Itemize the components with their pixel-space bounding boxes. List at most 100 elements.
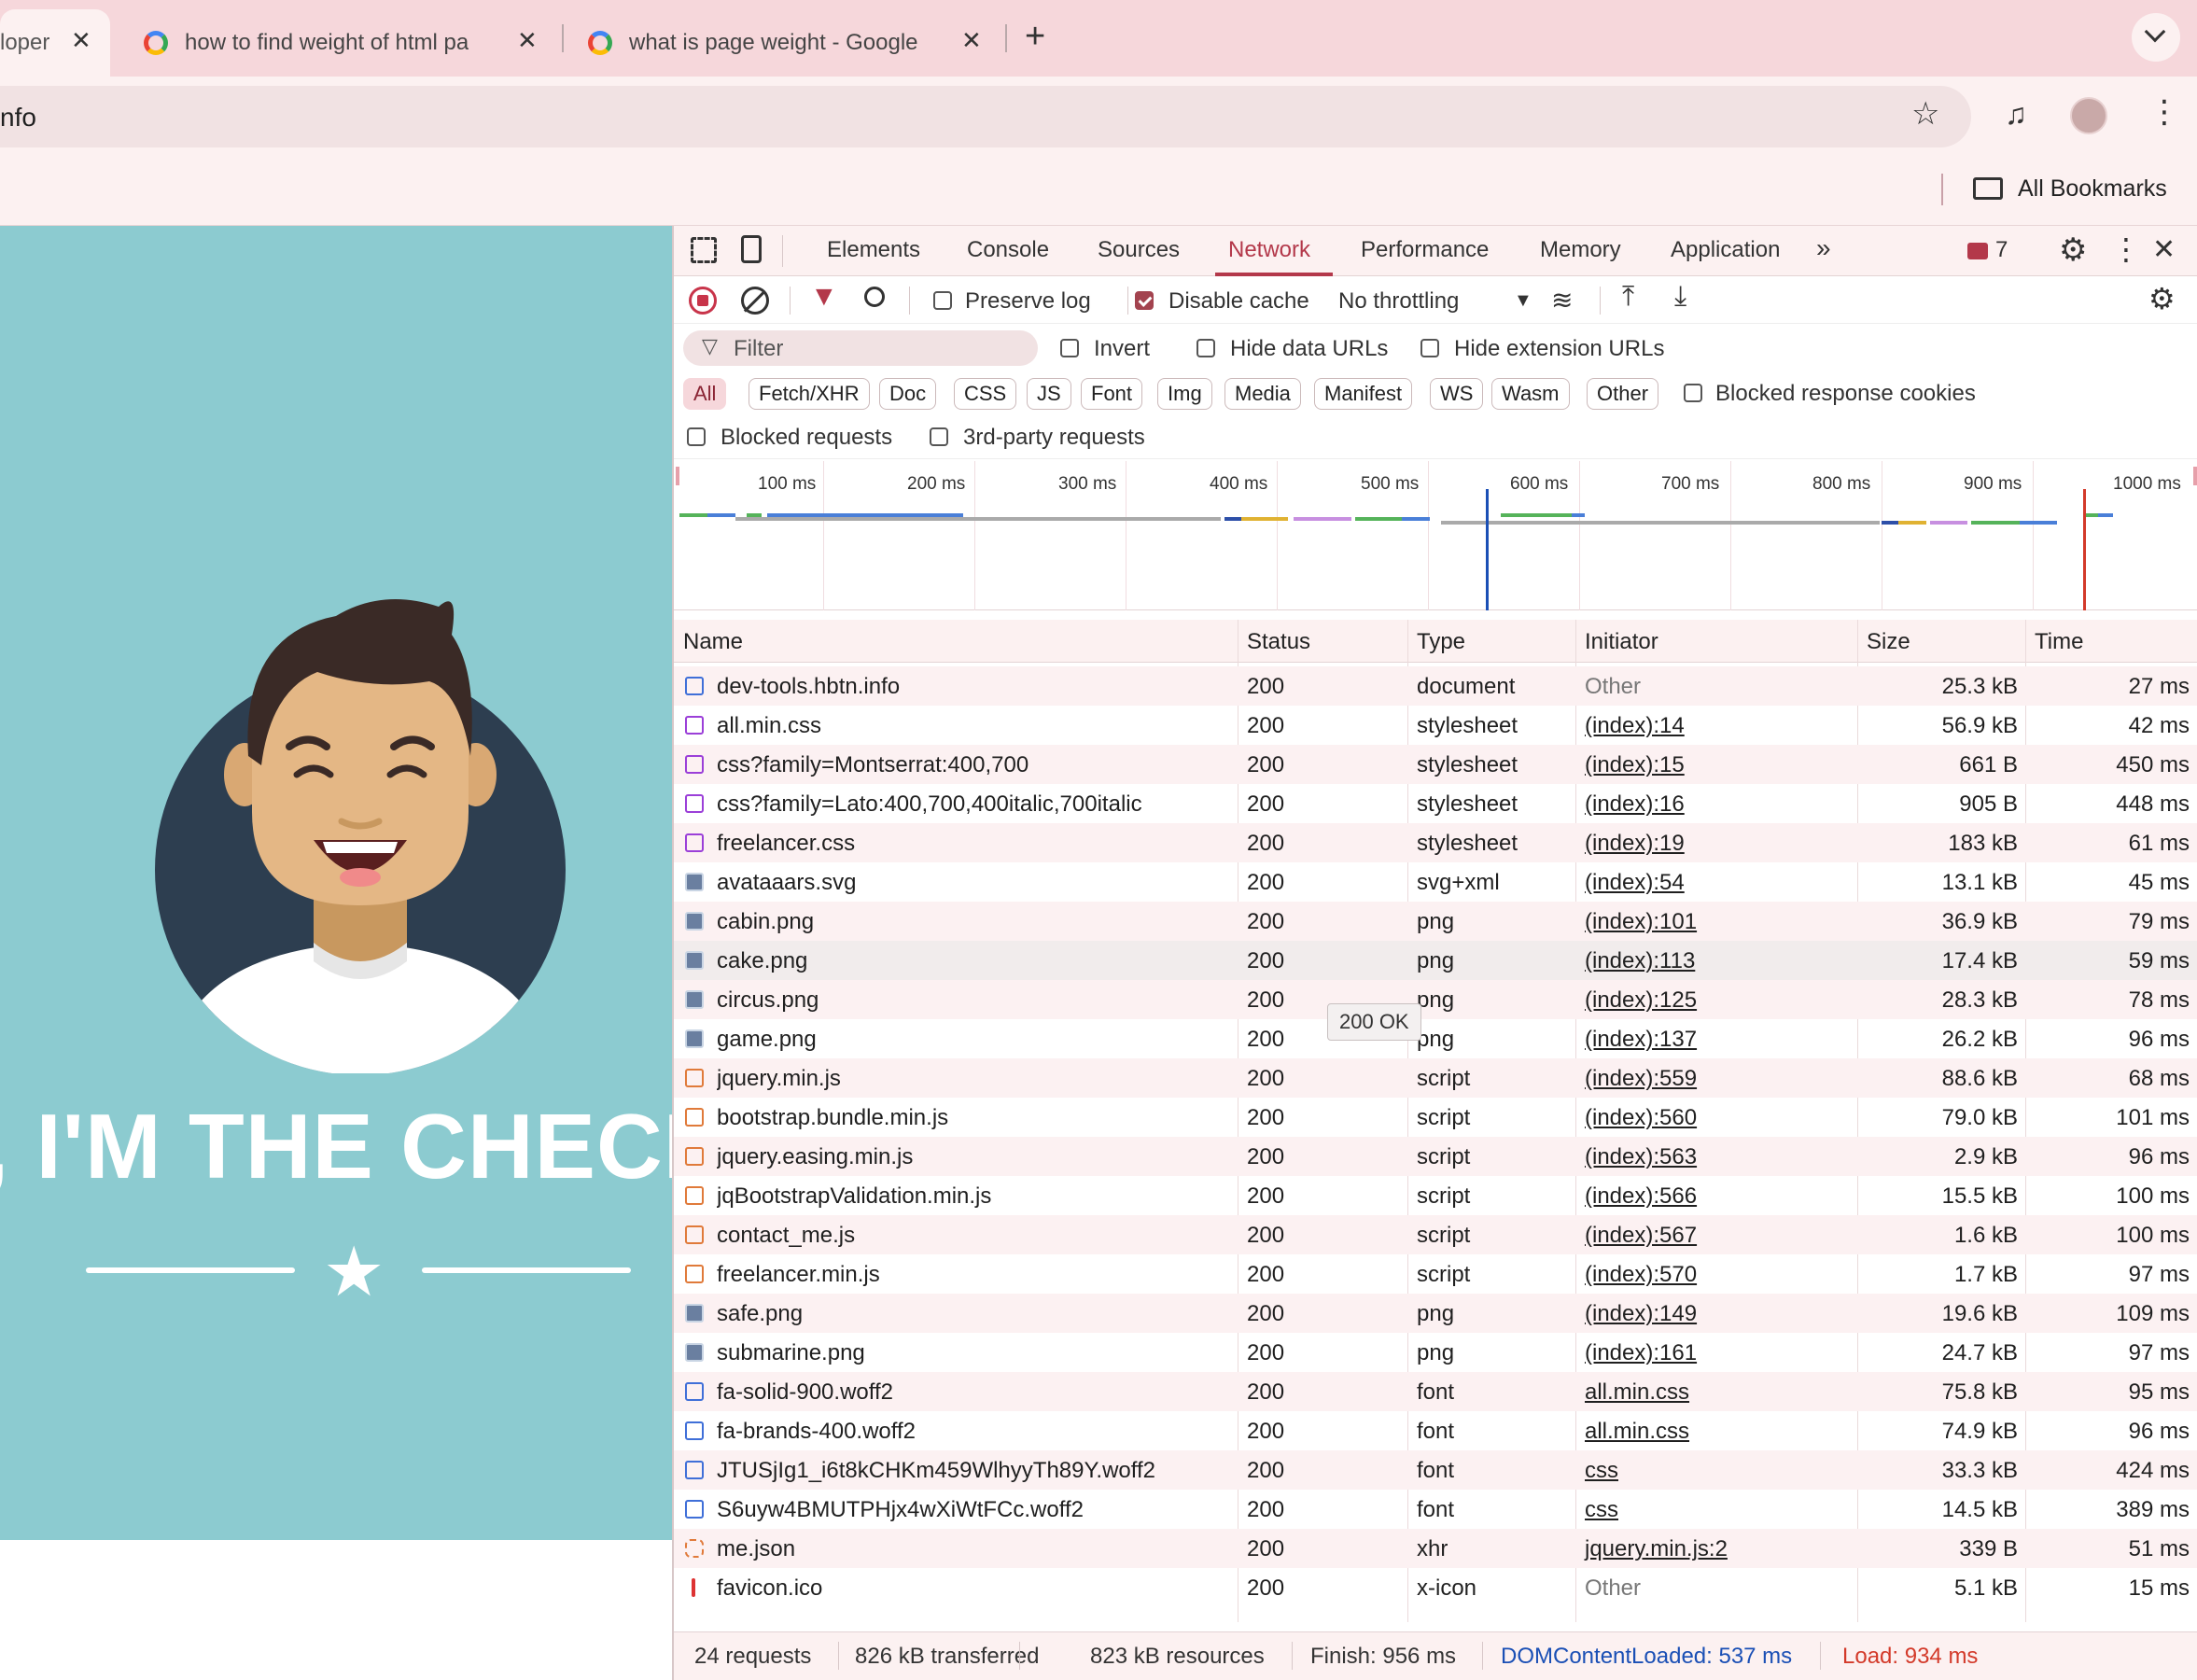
throttling-select[interactable]: No throttling bbox=[1338, 288, 1459, 315]
request-initiator[interactable]: all.min.css bbox=[1585, 1419, 1689, 1445]
request-initiator[interactable]: (index):567 bbox=[1585, 1223, 1697, 1249]
column-header-status[interactable]: Status bbox=[1247, 629, 1310, 655]
browser-tab-active[interactable]: loper ✕ bbox=[0, 9, 110, 77]
column-header-initiator[interactable]: Initiator bbox=[1585, 629, 1658, 655]
request-initiator[interactable]: (index):563 bbox=[1585, 1144, 1697, 1170]
type-filter-ws[interactable]: WS bbox=[1430, 378, 1484, 410]
table-row[interactable]: css?family=Lato:400,700,400italic,700ita… bbox=[674, 784, 2197, 823]
close-icon[interactable]: ✕ bbox=[961, 26, 982, 55]
table-row[interactable]: S6uyw4BMUTPHjx4wXiWtFCc.woff2 200 font css 1… bbox=[674, 1490, 2197, 1529]
table-row[interactable]: me.json 200 xhr jquery.min.js:2 339 B 51 ms bbox=[674, 1529, 2197, 1568]
table-row[interactable]: bootstrap.bundle.min.js 200 script (index):… bbox=[674, 1098, 2197, 1137]
request-initiator[interactable]: (index):14 bbox=[1585, 713, 1685, 739]
table-row[interactable]: game.png 200 png (index):137 26.2 kB 96 ms bbox=[674, 1019, 2197, 1058]
tab-performance[interactable]: Performance bbox=[1361, 237, 1489, 263]
table-row[interactable]: fa-solid-900.woff2 200 font all.min.css 75.8… bbox=[674, 1372, 2197, 1411]
table-row[interactable]: jqBootstrapValidation.min.js 200 script (in… bbox=[674, 1176, 2197, 1215]
tab-console[interactable]: Console bbox=[967, 237, 1049, 263]
request-initiator[interactable]: (index):566 bbox=[1585, 1183, 1697, 1210]
new-tab-button[interactable]: + bbox=[1025, 17, 1045, 57]
column-header-time[interactable]: Time bbox=[2035, 629, 2083, 655]
blocked-requests-checkbox[interactable] bbox=[687, 427, 706, 446]
settings-gear-icon[interactable]: ⚙ bbox=[2059, 231, 2087, 269]
request-initiator[interactable]: (index):137 bbox=[1585, 1027, 1697, 1053]
request-initiator[interactable]: all.min.css bbox=[1585, 1379, 1689, 1406]
table-row[interactable]: all.min.css 200 stylesheet (index):14 56.9 k… bbox=[674, 706, 2197, 745]
table-row[interactable]: jquery.easing.min.js 200 script (index):563… bbox=[674, 1137, 2197, 1176]
dropdown-arrow-icon[interactable]: ▼ bbox=[1514, 290, 1532, 312]
table-row[interactable]: freelancer.css 200 stylesheet (index):19 183… bbox=[674, 823, 2197, 862]
device-toolbar-icon[interactable] bbox=[741, 235, 762, 263]
overview-right-handle[interactable] bbox=[2193, 467, 2197, 485]
type-filter-css[interactable]: CSS bbox=[954, 378, 1017, 410]
filter-input[interactable]: ▽ Filter bbox=[683, 330, 1038, 366]
clear-icon[interactable] bbox=[741, 287, 769, 315]
table-row[interactable]: fa-brands-400.woff2 200 font all.min.css 74.… bbox=[674, 1411, 2197, 1450]
request-initiator[interactable]: (index):570 bbox=[1585, 1262, 1697, 1288]
table-row[interactable]: circus.png 200 png (index):125 28.3 kB 78 ms bbox=[674, 980, 2197, 1019]
hide-extension-urls-checkbox[interactable] bbox=[1420, 339, 1439, 357]
import-har-icon[interactable]: ⤒ bbox=[1622, 281, 1634, 313]
request-initiator[interactable]: (index):559 bbox=[1585, 1066, 1697, 1092]
column-header-size[interactable]: Size bbox=[1867, 629, 1910, 655]
record-stop-icon[interactable] bbox=[689, 287, 717, 315]
request-initiator[interactable]: (index):161 bbox=[1585, 1340, 1697, 1366]
type-filter-other[interactable]: Other bbox=[1587, 378, 1659, 410]
column-header-name[interactable]: Name bbox=[683, 629, 743, 655]
invert-checkbox[interactable] bbox=[1060, 339, 1079, 357]
table-row[interactable]: jquery.min.js 200 script (index):559 88.6 kB… bbox=[674, 1058, 2197, 1098]
table-row[interactable]: contact_me.js 200 script (index):567 1.6 kB 1… bbox=[674, 1215, 2197, 1254]
table-row[interactable]: JTUSjIg1_i6t8kCHKm459WlhyyTh89Y.woff2 200… bbox=[674, 1450, 2197, 1490]
more-tabs-icon[interactable]: » bbox=[1816, 233, 1831, 263]
tab-sources[interactable]: Sources bbox=[1098, 237, 1180, 263]
filter-funnel-icon[interactable]: ▼ bbox=[810, 281, 838, 313]
column-header-type[interactable]: Type bbox=[1417, 629, 1465, 655]
table-row[interactable]: avataaars.svg 200 svg+xml (index):54 13.1 kB… bbox=[674, 862, 2197, 902]
address-bar[interactable]: nfo ☆ bbox=[0, 86, 1971, 147]
tab-search-button[interactable] bbox=[2132, 13, 2180, 62]
request-initiator[interactable]: (index):15 bbox=[1585, 752, 1685, 778]
network-overview-timeline[interactable]: 100 ms 200 ms 300 ms 400 ms 500 ms 600 m… bbox=[674, 461, 2197, 610]
type-filter-manifest[interactable]: Manifest bbox=[1314, 378, 1413, 410]
bookmark-star-icon[interactable]: ☆ bbox=[1911, 95, 1939, 133]
type-filter-all[interactable]: All bbox=[683, 378, 727, 410]
close-icon[interactable]: ✕ bbox=[71, 26, 91, 55]
tab-memory[interactable]: Memory bbox=[1540, 237, 1621, 263]
all-bookmarks-button[interactable]: All Bookmarks bbox=[2018, 175, 2167, 203]
inspect-element-icon[interactable] bbox=[691, 237, 717, 263]
issues-count[interactable]: 7 bbox=[1995, 237, 2008, 263]
overview-left-handle[interactable] bbox=[676, 467, 679, 485]
type-filter-img[interactable]: Img bbox=[1157, 378, 1212, 410]
request-initiator[interactable]: (index):16 bbox=[1585, 791, 1685, 818]
request-initiator[interactable]: css bbox=[1585, 1497, 1618, 1523]
table-row[interactable]: cabin.png 200 png (index):101 36.9 kB 79 ms bbox=[674, 902, 2197, 941]
table-row[interactable]: safe.png 200 png (index):149 19.6 kB 109 ms bbox=[674, 1294, 2197, 1333]
disable-cache-checkbox[interactable] bbox=[1135, 291, 1154, 310]
table-row[interactable]: css?family=Montserrat:400,700 200 styleshe… bbox=[674, 745, 2197, 784]
type-filter-media[interactable]: Media bbox=[1224, 378, 1301, 410]
avatar[interactable] bbox=[2070, 97, 2107, 134]
request-initiator[interactable]: (index):113 bbox=[1585, 948, 1695, 974]
request-initiator[interactable]: jquery.min.js:2 bbox=[1585, 1536, 1728, 1562]
table-row[interactable]: freelancer.min.js 200 script (index):570 1.7… bbox=[674, 1254, 2197, 1294]
table-row[interactable]: submarine.png 200 png (index):161 24.7 kB 97 … bbox=[674, 1333, 2197, 1372]
preserve-log-checkbox[interactable] bbox=[933, 291, 952, 310]
network-settings-gear-icon[interactable]: ⚙ bbox=[2148, 281, 2176, 316]
request-initiator[interactable]: (index):101 bbox=[1585, 909, 1697, 935]
devtools-menu-icon[interactable]: ⋮ bbox=[2111, 231, 2141, 267]
media-control-icon[interactable]: ♫ bbox=[2005, 97, 2027, 132]
browser-tab[interactable]: what is page weight - Google ✕ bbox=[575, 9, 986, 77]
request-initiator[interactable]: (index):125 bbox=[1585, 987, 1697, 1014]
type-filter-fetch-xhr[interactable]: Fetch/XHR bbox=[749, 378, 870, 410]
export-har-icon[interactable]: ⤓ bbox=[1674, 281, 1686, 313]
search-icon[interactable] bbox=[864, 287, 885, 307]
request-initiator[interactable]: (index):149 bbox=[1585, 1301, 1697, 1327]
table-row[interactable]: dev-tools.hbtn.info 200 document Other 25.3 … bbox=[674, 666, 2197, 706]
request-initiator[interactable]: (index):19 bbox=[1585, 831, 1685, 857]
table-row[interactable]: cake.png 200 png (index):113 17.4 kB 59 ms bbox=[674, 941, 2197, 980]
table-row[interactable]: favicon.ico 200 x-icon Other 5.1 kB 15 ms bbox=[674, 1568, 2197, 1607]
tab-network[interactable]: Network bbox=[1228, 237, 1310, 263]
tab-application[interactable]: Application bbox=[1671, 237, 1780, 263]
more-menu-icon[interactable]: ⋮ bbox=[2148, 93, 2180, 131]
close-icon[interactable]: ✕ bbox=[517, 26, 538, 55]
